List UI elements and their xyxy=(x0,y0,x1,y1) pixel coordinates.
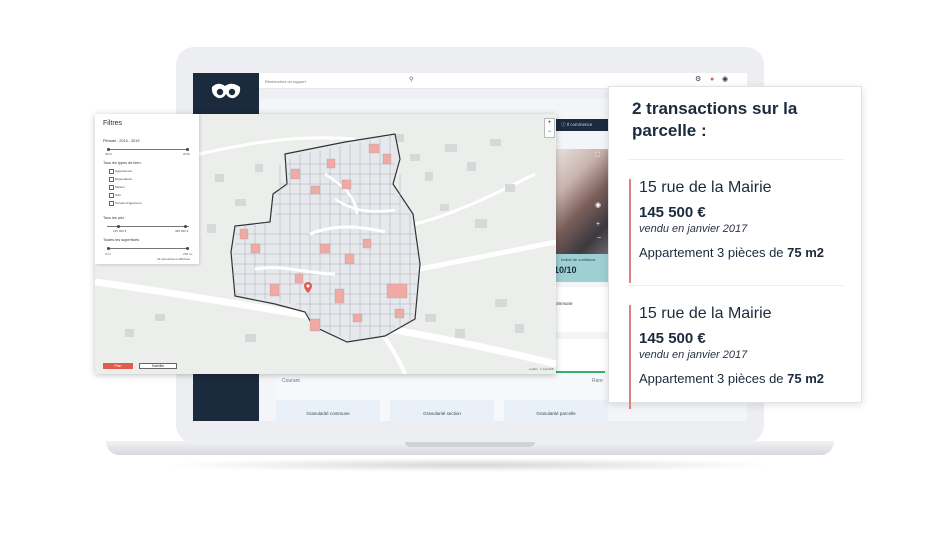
transactions-card: 2 transactions sur la parcelle : 15 rue … xyxy=(608,86,862,409)
confidence-value: 10/10 xyxy=(554,265,577,275)
transaction-address: 15 rue de la Mairie xyxy=(639,179,772,196)
transaction-date: vendu en janvier 2017 xyxy=(639,349,748,361)
type-label: Appartement xyxy=(115,169,133,173)
area-label: Toutes les superficies xyxy=(103,238,140,242)
area-note: 42 transactions affichées xyxy=(157,257,191,261)
user-icon[interactable]: ◉ xyxy=(722,76,728,84)
commune-box: ommune xyxy=(555,287,609,332)
confidence-box: Indice de confiance 10/10 xyxy=(554,254,609,282)
inner-box xyxy=(555,339,609,371)
map-attribution[interactable]: Leaflet · © CartoDB xyxy=(529,367,553,371)
zoom-out-button[interactable]: − xyxy=(545,128,554,137)
transaction-item[interactable]: 15 rue de la Mairie 145 500 € vendu en j… xyxy=(629,305,851,409)
price-label: Tous les prix xyxy=(103,216,125,220)
granularity-section-button[interactable]: Granularité section xyxy=(390,400,494,421)
compass-icon[interactable]: ◉ xyxy=(595,201,601,209)
area-max: 248 m² xyxy=(183,252,193,256)
area-slider[interactable] xyxy=(107,247,189,250)
inner-header-label: Il commence xyxy=(566,122,593,127)
scale-right-label: Rare xyxy=(592,378,603,384)
street-view-photo[interactable]: ⛶ ◉ + − xyxy=(555,149,609,254)
transaction-price: 145 500 € xyxy=(639,330,706,347)
type-label: Terrains d'agrément xyxy=(115,201,142,205)
filters-panel: Filtres Période : 2014 - 2019 2014 2019 … xyxy=(95,114,199,264)
laptop-shadow xyxy=(160,458,780,472)
photo-zoom-in-icon[interactable]: + xyxy=(596,221,600,228)
search-icon[interactable]: ⚲ xyxy=(409,76,413,83)
transaction-item[interactable]: 15 rue de la Mairie 145 500 € vendu en j… xyxy=(629,179,851,283)
type-checkbox[interactable] xyxy=(109,177,114,182)
commune-label: ommune xyxy=(555,301,573,306)
transaction-surface: 75 m2 xyxy=(787,245,825,260)
area-max-handle[interactable] xyxy=(186,247,189,250)
map-plan-button[interactable]: Plan xyxy=(103,363,133,369)
type-checkbox[interactable] xyxy=(109,185,114,190)
price-max: 385 000 € xyxy=(175,229,189,233)
period-max: 2019 xyxy=(183,152,190,156)
type-label: Sols xyxy=(115,193,121,197)
period-min-handle[interactable] xyxy=(107,148,110,151)
scale-left-label: Courant xyxy=(282,378,300,384)
filters-title: Filtres xyxy=(103,120,123,127)
map-pin-icon[interactable] xyxy=(304,282,312,293)
transaction-surface: 75 m2 xyxy=(787,371,825,386)
card-title: 2 transactions sur la parcelle : xyxy=(632,99,798,140)
price-min-handle[interactable] xyxy=(117,225,120,228)
notification-icon[interactable]: ● xyxy=(710,76,714,84)
transaction-desc-text: Appartement 3 pièces de xyxy=(639,371,788,386)
map-satellite-button[interactable]: Satellite xyxy=(139,363,177,369)
type-checkbox[interactable] xyxy=(109,193,114,198)
granularity-commune-button[interactable]: Granularité commune xyxy=(276,400,380,421)
price-max-handle[interactable] xyxy=(184,225,187,228)
map-window[interactable]: + − Filtres Période : 2014 - 2019 2014 2… xyxy=(95,114,556,374)
map-zoom-control: + − xyxy=(544,118,555,138)
search-input[interactable] xyxy=(263,76,415,86)
transaction-date: vendu en janvier 2017 xyxy=(639,223,748,235)
type-label: Maison xyxy=(115,185,125,189)
owl-logo-icon[interactable] xyxy=(210,81,242,101)
card-divider xyxy=(628,285,844,286)
zoom-in-button[interactable]: + xyxy=(545,119,554,128)
confidence-label: Indice de confiance xyxy=(561,257,596,262)
transaction-description: Appartement 3 pièces de 75 m2 xyxy=(639,371,824,386)
transaction-price: 145 500 € xyxy=(639,204,706,221)
type-label: Dépendance xyxy=(115,177,133,181)
type-checkbox[interactable] xyxy=(109,169,114,174)
types-label: Tous les types de bien xyxy=(103,161,141,165)
granularity-strip: Courant Rare Granularité commune Granula… xyxy=(276,373,608,421)
card-divider xyxy=(628,159,844,160)
granularity-parcel-button[interactable]: Granularité parcelle xyxy=(504,400,608,421)
laptop-notch xyxy=(405,442,535,447)
expand-icon[interactable]: ⛶ xyxy=(595,152,600,160)
area-min: 0 m² xyxy=(105,252,111,256)
price-slider[interactable] xyxy=(107,225,189,228)
settings-icon[interactable]: ⚙ xyxy=(695,76,701,84)
transaction-desc-text: Appartement 3 pièces de xyxy=(639,245,788,260)
period-label: Période : 2014 - 2019 xyxy=(103,139,140,143)
area-min-handle[interactable] xyxy=(107,247,110,250)
period-max-handle[interactable] xyxy=(186,148,189,151)
photo-zoom-out-icon[interactable]: − xyxy=(597,235,601,242)
transaction-description: Appartement 3 pièces de 75 m2 xyxy=(639,245,824,260)
period-min: 2014 xyxy=(105,152,112,156)
type-checkbox[interactable] xyxy=(109,201,114,206)
price-min: 145 000 € xyxy=(113,229,127,233)
transaction-address: 15 rue de la Mairie xyxy=(639,305,772,322)
period-slider[interactable] xyxy=(107,148,189,151)
